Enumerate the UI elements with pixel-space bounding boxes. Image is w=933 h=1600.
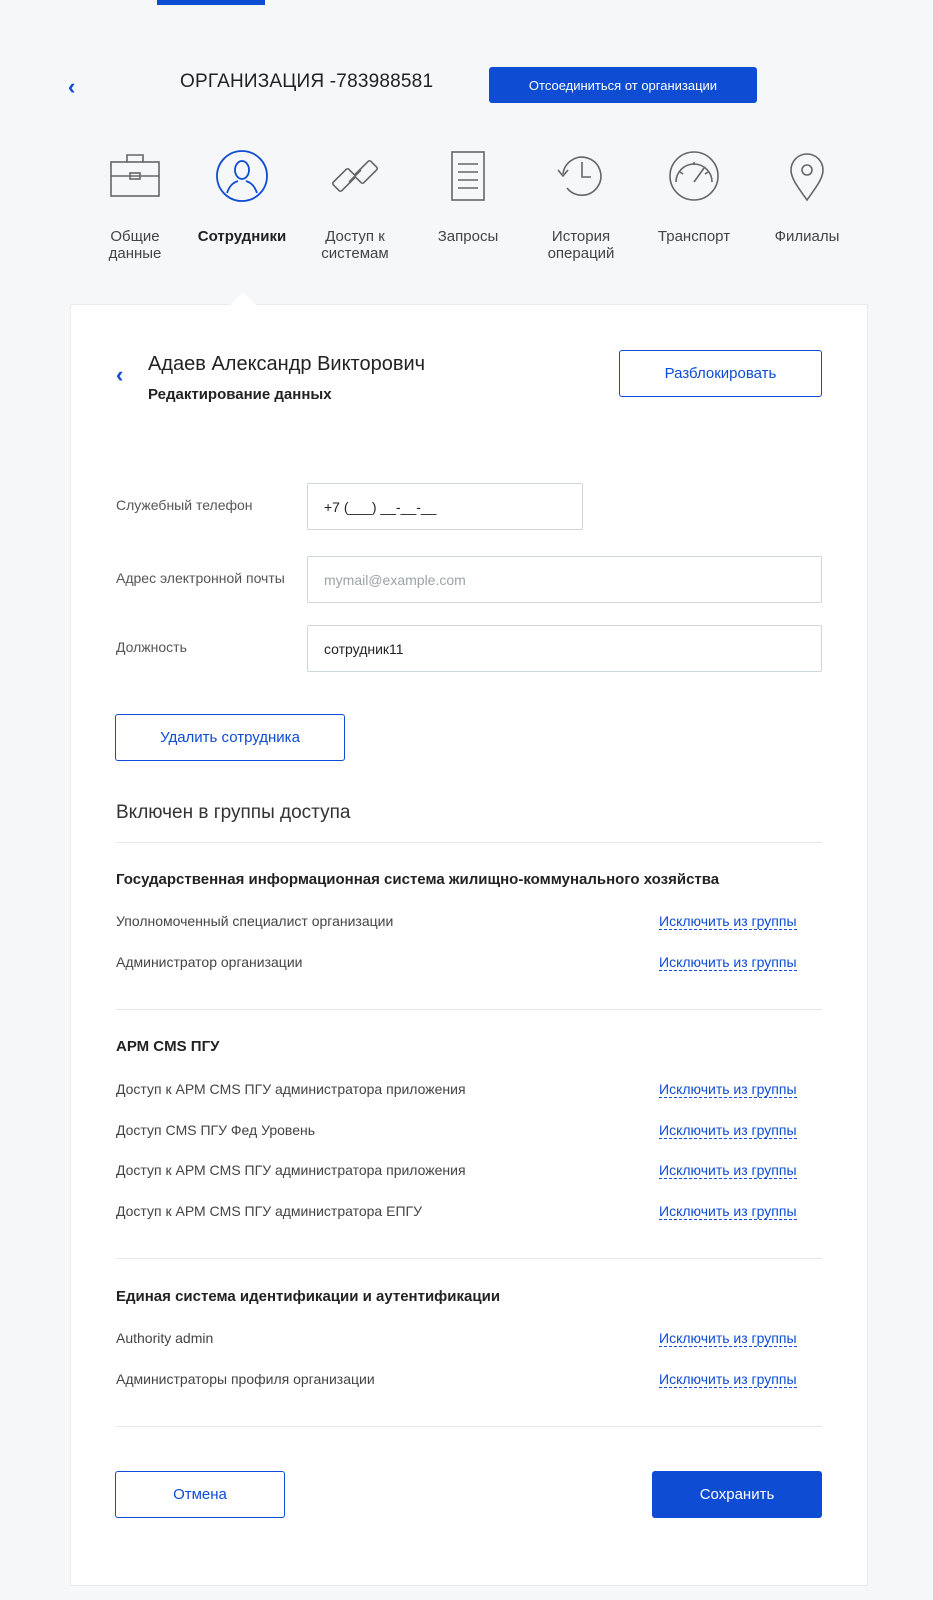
divider [116, 1258, 822, 1259]
chevron-left-icon[interactable]: ‹ [68, 74, 75, 100]
tab-system-access[interactable]: Доступ к системам [310, 148, 400, 262]
exclude-from-group-link[interactable]: Исключить из группы [659, 954, 797, 971]
tab-employees[interactable]: Сотрудники [197, 148, 287, 245]
employee-subtitle: Редактирование данных [148, 386, 332, 403]
exclude-from-group-link[interactable]: Исключить из группы [659, 1081, 797, 1098]
speedometer-icon [669, 151, 719, 201]
position-label: Должность [116, 639, 187, 655]
group-title: Государственная информационная система ж… [116, 871, 720, 888]
tab-general-label: Общие данные [108, 228, 162, 262]
link-icon [332, 160, 378, 192]
role-label: Уполномоченный специалист организации [116, 913, 394, 929]
history-icon [557, 156, 602, 196]
active-nav-indicator [157, 0, 265, 5]
tab-requests-label: Запросы [437, 228, 499, 245]
section-tabs: Общие данные Сотрудники Доступ к система… [90, 148, 880, 288]
tab-operations-history-label: История операций [547, 228, 615, 262]
disconnect-org-button[interactable]: Отсоединиться от организации [489, 67, 757, 103]
role-label: Доступ к АРМ CMS ПГУ администратора прил… [116, 1081, 466, 1097]
document-icon [451, 151, 485, 201]
tab-requests[interactable]: Запросы [423, 148, 513, 245]
access-groups-title: Включен в группы доступа [116, 802, 351, 823]
tab-employees-label: Сотрудники [197, 228, 287, 245]
group-title: Единая система идентификации и аутентифи… [116, 1288, 501, 1305]
exclude-from-group-link[interactable]: Исключить из группы [659, 1371, 797, 1388]
exclude-from-group-link[interactable]: Исключить из группы [659, 1330, 797, 1347]
user-icon [216, 150, 268, 202]
exclude-from-group-link[interactable]: Исключить из группы [659, 913, 797, 930]
position-field[interactable] [307, 625, 822, 672]
role-label: Администратор организации [116, 954, 303, 970]
phone-label: Служебный телефон [116, 497, 253, 513]
group-title: АРМ CMS ПГУ [116, 1038, 220, 1055]
tab-transport-label: Транспорт [657, 228, 731, 245]
map-pin-icon [790, 153, 824, 202]
save-button[interactable]: Сохранить [652, 1471, 822, 1518]
role-label: Authority admin [116, 1330, 214, 1346]
tab-system-access-label: Доступ к системам [321, 228, 389, 262]
exclude-from-group-link[interactable]: Исключить из группы [659, 1122, 797, 1139]
exclude-from-group-link[interactable]: Исключить из группы [659, 1203, 797, 1220]
divider [116, 1009, 822, 1010]
role-label: Доступ CMS ПГУ Фед Уровень [116, 1122, 316, 1138]
email-field[interactable] [307, 556, 822, 603]
email-label: Адрес электронной почты [116, 570, 285, 586]
briefcase-icon [110, 154, 160, 197]
divider [116, 842, 822, 843]
role-label: Администраторы профиля организации [116, 1371, 375, 1387]
unblock-button[interactable]: Разблокировать [619, 350, 822, 397]
tab-branches[interactable]: Филиалы [762, 148, 852, 245]
page-title: ОРГАНИЗАЦИЯ -783988581 [180, 71, 434, 92]
tab-transport[interactable]: Транспорт [649, 148, 739, 245]
tab-branches-label: Филиалы [774, 228, 840, 245]
role-label: Доступ к АРМ CMS ПГУ администратора прил… [116, 1162, 466, 1178]
cancel-button[interactable]: Отмена [115, 1471, 285, 1518]
delete-employee-button[interactable]: Удалить сотрудника [115, 714, 345, 761]
phone-field[interactable] [307, 483, 583, 530]
divider [116, 1426, 822, 1427]
active-tab-notch [230, 292, 256, 305]
exclude-from-group-link[interactable]: Исключить из группы [659, 1162, 797, 1179]
back-chevron-icon[interactable]: ‹ [116, 362, 123, 388]
employee-name: Адаев Александр Викторович [148, 353, 426, 375]
role-label: Доступ к АРМ CMS ПГУ администратора ЕПГУ [116, 1203, 422, 1219]
tab-operations-history[interactable]: История операций [536, 148, 626, 262]
tab-general[interactable]: Общие данные [90, 148, 180, 262]
